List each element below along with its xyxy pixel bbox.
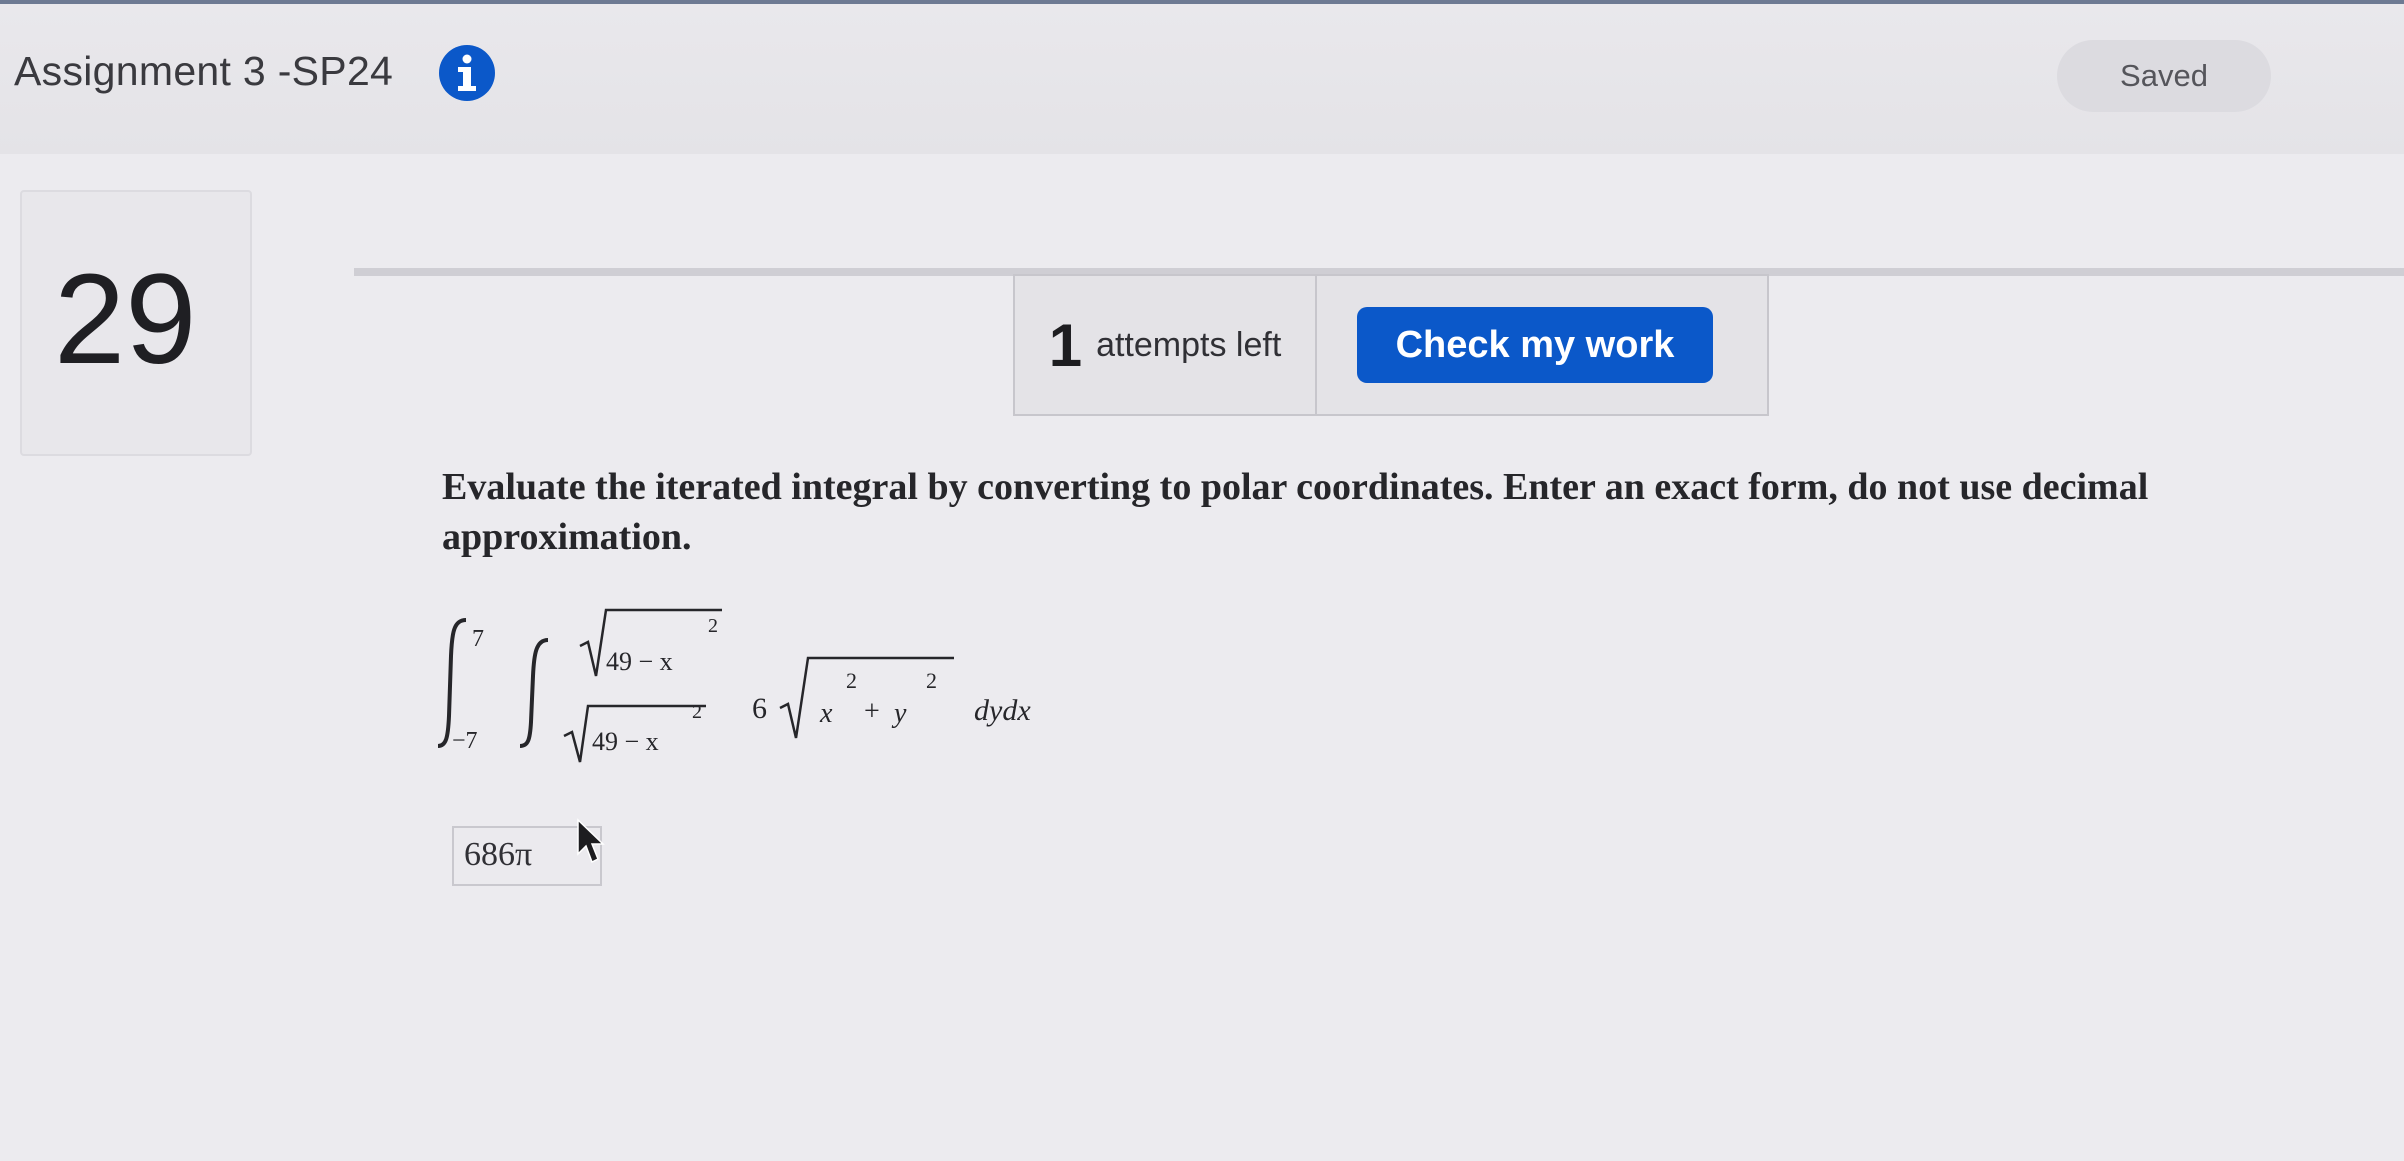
check-work-container: Check my work <box>1317 274 1769 416</box>
info-icon[interactable] <box>438 44 496 102</box>
mouse-cursor-icon <box>577 818 605 864</box>
integrand-y-exponent: 2 <box>926 668 937 693</box>
check-my-work-button[interactable]: Check my work <box>1357 307 1713 383</box>
differential: dydx <box>974 694 1031 727</box>
question-number: 29 <box>54 248 197 391</box>
attempts-count: 1 <box>1048 311 1083 379</box>
integrand-plus: + <box>864 696 880 727</box>
upper-limit-radicand: 49 − x <box>606 647 673 676</box>
attempts-indicator: 1 attempts left <box>1013 274 1317 416</box>
integrand-x: x <box>819 698 833 729</box>
integrand-coefficient: 6 <box>752 692 767 725</box>
inner-integral-sign <box>519 638 549 748</box>
question-prompt: Evaluate the iterated integral by conver… <box>442 466 2149 558</box>
integrand-y: y <box>891 698 907 729</box>
assignment-title: Assignment 3 -SP24 <box>14 48 394 94</box>
upper-limit-exponent: 2 <box>708 615 718 637</box>
attempts-label: attempts left <box>1096 325 1282 364</box>
question-toolbar: 1 attempts left Check my work <box>1013 274 1769 416</box>
outer-upper-limit: 7 <box>472 626 484 652</box>
lower-limit-radicand: 49 − x <box>592 727 659 756</box>
iterated-integral-expression: 7 −7 49 − x 2 49 − x 2 6 x 2 + y 2 dydx <box>437 608 1031 763</box>
outer-lower-limit: −7 <box>452 728 478 754</box>
lower-limit-exponent: 2 <box>692 701 702 723</box>
integrand-x-exponent: 2 <box>846 668 857 693</box>
saved-status-badge: Saved <box>2057 40 2271 112</box>
